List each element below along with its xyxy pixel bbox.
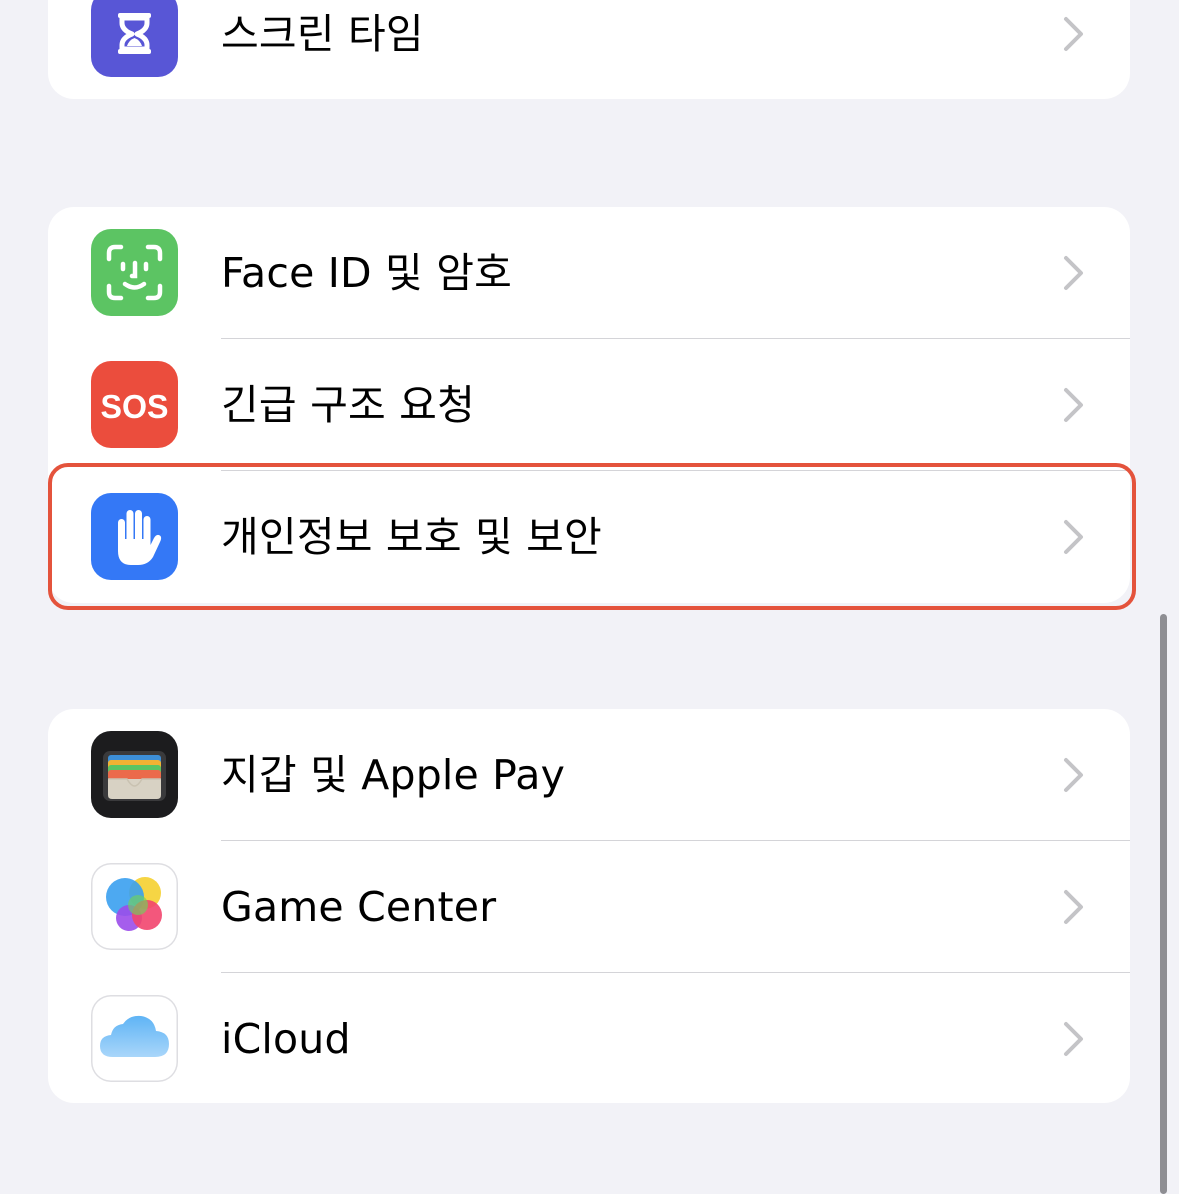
chevron-right-icon bbox=[1062, 757, 1086, 793]
row-label: 개인정보 보호 및 보안 bbox=[221, 513, 602, 561]
chevron-right-icon bbox=[1062, 255, 1086, 291]
sos-icon-label: SOS bbox=[101, 388, 169, 425]
row-label: iCloud bbox=[221, 1015, 351, 1063]
game-center-icon bbox=[91, 863, 178, 950]
icloud-icon bbox=[91, 995, 178, 1082]
hourglass-icon bbox=[91, 0, 178, 77]
chevron-right-icon bbox=[1062, 889, 1086, 925]
settings-group-services: 지갑 및 Apple Pay Game Center iCloud bbox=[48, 709, 1130, 1103]
face-id-icon bbox=[91, 229, 178, 316]
row-game-center[interactable]: Game Center bbox=[48, 841, 1130, 973]
row-screen-time[interactable]: 스크린 타임 bbox=[48, 0, 1130, 99]
row-label: Game Center bbox=[221, 883, 497, 931]
chevron-right-icon bbox=[1062, 519, 1086, 555]
settings-group-screen-time: 스크린 타임 bbox=[48, 0, 1130, 99]
hand-icon bbox=[91, 493, 178, 580]
scroll-indicator[interactable] bbox=[1160, 614, 1167, 1194]
sos-icon: SOS bbox=[91, 361, 178, 448]
row-wallet[interactable]: 지갑 및 Apple Pay bbox=[48, 709, 1130, 841]
row-label: 스크린 타임 bbox=[221, 10, 424, 58]
row-emergency-sos[interactable]: SOS 긴급 구조 요청 bbox=[48, 339, 1130, 471]
chevron-right-icon bbox=[1062, 16, 1086, 52]
chevron-right-icon bbox=[1062, 387, 1086, 423]
wallet-icon bbox=[91, 731, 178, 818]
row-icloud[interactable]: iCloud bbox=[48, 973, 1130, 1103]
settings-group-security: Face ID 및 암호 SOS 긴급 구조 요청 개인정보 보호 및 보안 bbox=[48, 207, 1130, 603]
chevron-right-icon bbox=[1062, 1021, 1086, 1057]
row-privacy-security[interactable]: 개인정보 보호 및 보안 bbox=[48, 471, 1130, 603]
row-label: Face ID 및 암호 bbox=[221, 249, 513, 297]
row-label: 지갑 및 Apple Pay bbox=[221, 751, 566, 799]
row-label: 긴급 구조 요청 bbox=[221, 381, 475, 429]
row-face-id[interactable]: Face ID 및 암호 bbox=[48, 207, 1130, 339]
